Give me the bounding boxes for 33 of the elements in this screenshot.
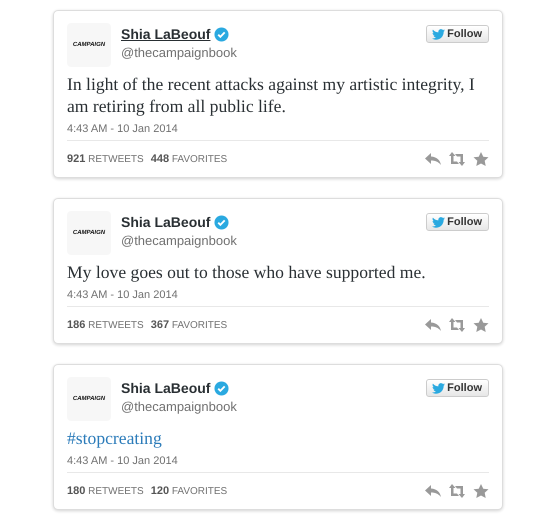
reply-icon[interactable]	[425, 484, 441, 498]
retweet-icon[interactable]	[449, 152, 465, 166]
retweet-icon[interactable]	[449, 318, 465, 332]
favorite-count: 367 FAVORITES	[150, 319, 228, 331]
timestamp-link[interactable]: 4:43 AM - 10 Jan 2014	[67, 289, 178, 301]
author-name-link[interactable]: Shia LaBeouf	[121, 26, 210, 42]
follow-button[interactable]: Follow	[426, 25, 489, 43]
author-handle: @thecampaignbook	[121, 233, 238, 248]
tweet-text: My love goes out to those who have supported me.	[67, 261, 427, 283]
bird-icon	[432, 382, 446, 394]
star-icon[interactable]	[473, 484, 489, 498]
timestamp-link[interactable]: 4:43 AM - 10 Jan 2014	[67, 123, 178, 135]
star-icon[interactable]	[473, 152, 489, 166]
bird-icon	[432, 28, 446, 40]
reply-icon[interactable]	[425, 152, 441, 166]
favorite-count: 120 FAVORITES	[150, 485, 228, 497]
follow-button[interactable]: Follow	[426, 379, 489, 397]
favorite-count: 448 FAVORITES	[150, 153, 228, 165]
star-icon[interactable]	[473, 318, 489, 332]
hashtag-link[interactable]: #stopcreating	[67, 427, 489, 449]
retweet-count: 186 RETWEETS	[67, 319, 144, 331]
tweet-text: In light of the recent attacks against my artistic integrity, I am retiring from all public life.	[67, 73, 476, 117]
author-name-link[interactable]: Shia LaBeouf	[121, 380, 210, 396]
retweet-count: 921 RETWEETS	[67, 153, 144, 165]
author-handle: @thecampaignbook	[121, 45, 238, 60]
follow-button[interactable]: Follow	[426, 213, 489, 231]
timestamp-link[interactable]: 4:43 AM - 10 Jan 2014	[67, 455, 178, 467]
author-name-link[interactable]: Shia LaBeouf	[121, 214, 210, 230]
retweet-count: 180 RETWEETS	[67, 485, 144, 497]
retweet-icon[interactable]	[449, 484, 465, 498]
reply-icon[interactable]	[425, 318, 441, 332]
bird-icon	[432, 216, 446, 228]
author-handle: @thecampaignbook	[121, 399, 238, 414]
